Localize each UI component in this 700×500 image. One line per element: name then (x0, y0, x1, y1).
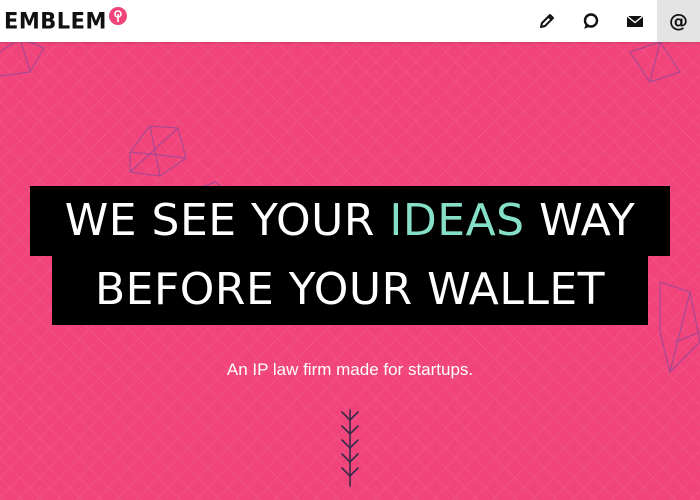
chat-bubble-icon (583, 13, 599, 29)
headline-line-1-end: WAY (524, 195, 636, 246)
headline-line-1: WE SEE YOUR IDEAS WAY (30, 186, 670, 256)
envelope-icon (626, 15, 644, 27)
brand-logo[interactable]: EMBLEM (4, 7, 127, 34)
nav-at-button[interactable]: @ (657, 0, 700, 42)
top-nav: @ (525, 0, 700, 42)
headline-line-2: BEFORE YOUR WALLET (52, 255, 648, 325)
headline-accent-word: IDEAS (389, 195, 525, 246)
brand-mark-icon (108, 7, 127, 25)
nav-mail-button[interactable] (613, 0, 657, 42)
pencil-icon (540, 14, 554, 28)
brand-name: EMBLEM (4, 8, 107, 34)
headline-line-1-start: WE SEE YOUR (64, 195, 390, 246)
hero-headline: WE SEE YOUR IDEAS WAY BEFORE YOUR WALLET (0, 186, 700, 325)
top-bar: EMBLEM @ (0, 0, 700, 42)
hero-subtitle: An IP law firm made for startups. (226, 360, 474, 379)
at-sign-icon: @ (669, 10, 688, 32)
nav-pencil-button[interactable] (525, 0, 569, 42)
nav-chat-button[interactable] (569, 0, 613, 42)
scroll-down-arrow-icon[interactable] (337, 408, 363, 488)
